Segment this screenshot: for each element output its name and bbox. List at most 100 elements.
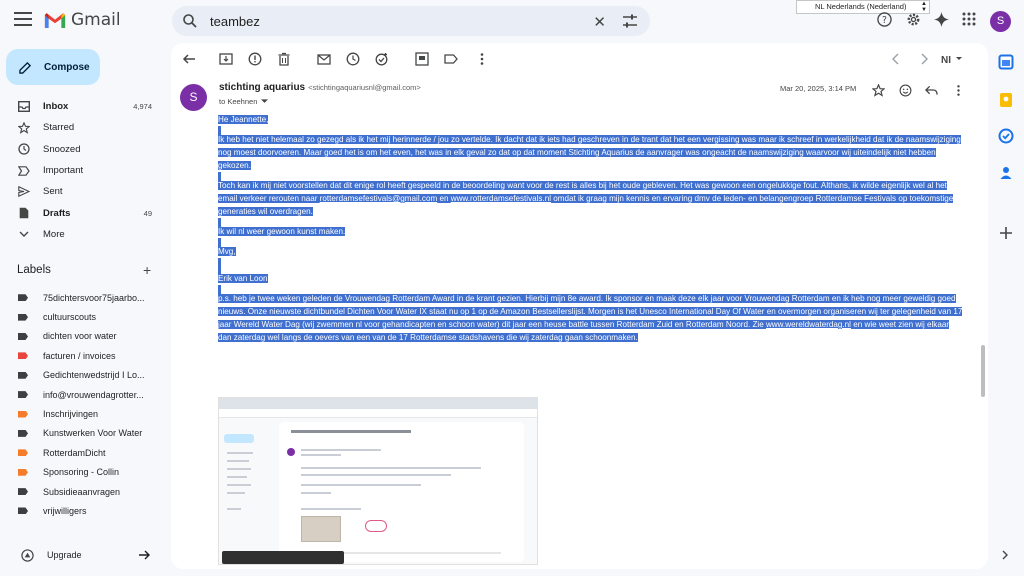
label-item[interactable]: cultuurscouts <box>0 307 164 326</box>
label-tag-icon <box>18 313 28 321</box>
signature-text: Erik van Loon <box>218 274 268 283</box>
selected-blank-line <box>218 126 963 138</box>
body-closing: Mvg, <box>218 245 963 258</box>
add-addon-icon[interactable] <box>998 225 1014 241</box>
message-body[interactable]: He Jeannette, Ik heb het niet helemaal z… <box>218 113 963 344</box>
label-tag-icon <box>18 449 28 457</box>
search-icon[interactable] <box>182 13 198 29</box>
compose-button[interactable]: Compose <box>6 49 100 85</box>
star-message-icon[interactable] <box>872 84 885 97</box>
label-tag-icon <box>18 332 28 340</box>
delete-icon[interactable] <box>277 52 291 66</box>
input-tools-icon[interactable]: NI <box>941 52 963 66</box>
recipient-details-chevron-icon <box>261 99 269 103</box>
chevron-down-icon <box>18 228 30 240</box>
label-name: Inschrijvingen <box>43 409 99 420</box>
label-item[interactable]: Gedichtenwedstrijd I Lo... <box>0 366 164 385</box>
label-item[interactable]: info@vrouwendagrotter... <box>0 385 164 404</box>
clock-icon <box>18 143 30 155</box>
sidebar-item-inbox[interactable]: Inbox 4,974 <box>0 96 164 117</box>
sidebar-item-sent[interactable]: Sent <box>0 181 164 202</box>
report-spam-icon[interactable] <box>248 52 262 66</box>
sidebar-item-label: Drafts <box>43 207 71 219</box>
mark-unread-icon[interactable] <box>317 52 331 66</box>
label-item[interactable]: Sponsoring - Collin <box>0 463 164 482</box>
selected-blank-line <box>218 258 963 270</box>
body-signature: Erik van Loon <box>218 272 963 285</box>
label-tag-icon <box>18 507 28 515</box>
sidebar-item-drafts[interactable]: Drafts 49 <box>0 202 164 223</box>
website-link[interactable]: www.wereldwaterdag.nl <box>766 320 851 329</box>
main-menu-icon[interactable] <box>14 12 32 26</box>
gmail-logo[interactable]: Gmail <box>44 10 121 30</box>
search-input[interactable] <box>210 13 570 29</box>
move-to-icon[interactable] <box>415 52 429 66</box>
body-postscript: p.s. heb je twee weken geleden de Vrouwe… <box>218 292 963 344</box>
label-item[interactable]: Kunstwerken Voor Water <box>0 424 164 443</box>
sidebar-item-more[interactable]: More <box>0 224 164 245</box>
label-item[interactable]: facturen / invoices <box>0 346 164 365</box>
paragraph-text: Ik wil nl weer gewoon kunst maken. <box>218 227 346 236</box>
sidebar-item-starred[interactable]: Starred <box>0 117 164 138</box>
body-paragraph: Toch kan ik mij niet voorstellen dat dit… <box>218 179 963 218</box>
selected-blank-line <box>218 172 963 184</box>
sidebar-item-label: Starred <box>43 122 75 134</box>
expand-panel-chevron-icon[interactable] <box>1000 550 1010 560</box>
label-item[interactable]: dichten voor water <box>0 327 164 346</box>
gemini-sparkle-icon[interactable] <box>934 12 949 27</box>
label-item[interactable]: RotterdamDicht <box>0 443 164 462</box>
message-header: S stichting aquarius <stichtingaquariusnl… <box>171 77 988 117</box>
more-options-icon[interactable] <box>952 84 965 97</box>
upgrade-button[interactable]: Upgrade <box>13 544 159 566</box>
label-icon[interactable] <box>444 52 458 66</box>
recipient-line[interactable]: to Keehnen <box>219 97 269 106</box>
screenshot-message <box>279 422 524 562</box>
keep-icon[interactable] <box>998 92 1014 108</box>
label-item[interactable]: Subsidieaanvragen <box>0 482 164 501</box>
sidebar-item-label: More <box>43 228 65 240</box>
older-chevron-right-icon[interactable] <box>917 52 931 66</box>
email-link[interactable]: rotterdamsefestivals@gmail.com <box>320 194 438 203</box>
account-avatar[interactable]: S <box>990 11 1011 32</box>
emoji-reaction-icon[interactable] <box>899 84 912 97</box>
settings-gear-icon[interactable] <box>906 12 921 27</box>
sidebar-nav: Inbox 4,974 Starred Snoozed Important Se… <box>0 96 164 245</box>
calendar-icon[interactable] <box>998 54 1014 70</box>
upgrade-storage-icon <box>21 548 34 562</box>
newer-chevron-left-icon[interactable] <box>889 52 903 66</box>
apps-grid-icon[interactable] <box>962 12 976 26</box>
label-item[interactable]: Inschrijvingen <box>0 404 164 423</box>
help-icon[interactable]: ? <box>877 12 892 27</box>
label-item[interactable]: 75dichtersvoor75jaarbo... <box>0 288 164 307</box>
screenshot-browser-tabs <box>219 398 537 409</box>
greeting-text: He Jeannette, <box>218 115 269 124</box>
language-popup-text: NL Nederlands (Nederland) <box>815 2 907 11</box>
message-toolbar: NI <box>171 43 988 75</box>
selected-blank-line <box>218 285 963 297</box>
search-options-icon[interactable] <box>622 14 638 28</box>
sidebar-item-snoozed[interactable]: Snoozed <box>0 139 164 160</box>
contacts-icon[interactable] <box>998 165 1014 181</box>
snooze-clock-icon[interactable] <box>346 52 360 66</box>
tasks-icon[interactable] <box>998 128 1014 144</box>
recipient-text: to Keehnen <box>219 97 258 106</box>
website-link[interactable]: www.rotterdamsefestivals.nl <box>451 194 551 203</box>
draft-icon <box>18 207 30 219</box>
add-label-icon[interactable]: + <box>143 262 151 278</box>
back-arrow-icon[interactable] <box>182 52 196 66</box>
body-greeting: He Jeannette, <box>218 113 963 126</box>
top-bar: Gmail ✕ NL Nederlands (Nederland) ▲▼ ? <box>0 0 1024 42</box>
label-item[interactable]: vrijwilligers <box>0 501 164 520</box>
sidebar-item-important[interactable]: Important <box>0 160 164 181</box>
clear-search-icon[interactable]: ✕ <box>593 13 606 31</box>
search-bar[interactable]: ✕ <box>172 6 650 36</box>
label-tag-icon <box>18 488 28 496</box>
more-vert-icon[interactable] <box>475 52 489 66</box>
sender-name[interactable]: stichting aquarius <stichtingaquariusnl@g… <box>219 82 421 93</box>
archive-icon[interactable] <box>219 52 233 66</box>
send-icon <box>18 186 30 198</box>
vertical-scrollbar[interactable] <box>981 345 985 397</box>
add-to-tasks-icon[interactable] <box>375 52 389 66</box>
reply-icon[interactable] <box>925 85 938 96</box>
embedded-screenshot-image[interactable] <box>218 397 538 565</box>
